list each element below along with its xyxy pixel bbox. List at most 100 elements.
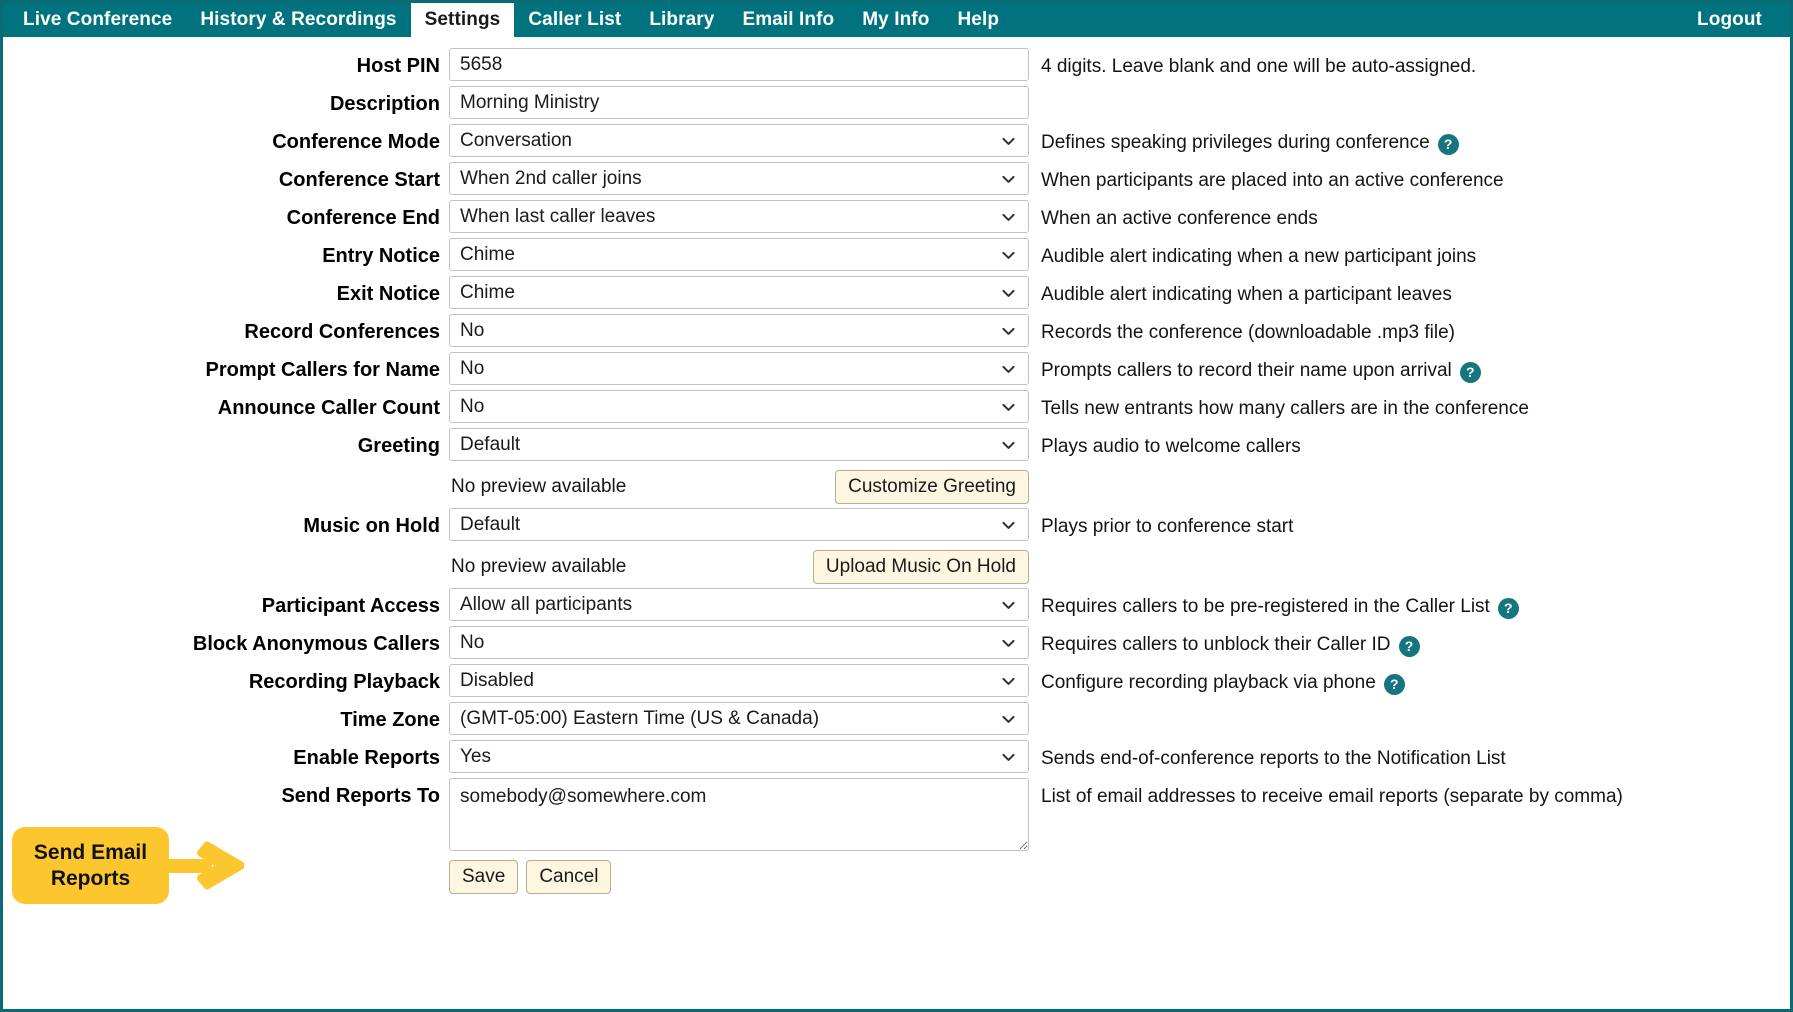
nav-item-email-info[interactable]: Email Info: [728, 3, 848, 37]
hint-text-enable-reports: Sends end-of-conference reports to the N…: [1041, 748, 1506, 769]
music-on-hold-preview-status: No preview available: [451, 556, 627, 577]
control-form-actions: Save Cancel: [449, 856, 1029, 894]
hint-conference-end: When an active conference ends: [1029, 200, 1318, 234]
nav-item-help[interactable]: Help: [943, 3, 1013, 37]
hint-conference-start: When participants are placed into an act…: [1029, 162, 1504, 196]
customize-greeting-button[interactable]: Customize Greeting: [835, 470, 1029, 504]
hint-text-send-reports-to: List of email addresses to receive email…: [1041, 786, 1623, 807]
hint-text-block-anonymous-callers: Requires callers to unblock their Caller…: [1041, 634, 1391, 655]
hint-greeting-preview: [1029, 466, 1041, 470]
label-recording-playback: Recording Playback: [248, 671, 440, 693]
label-conference-end: Conference End: [286, 207, 440, 229]
nav-item-history-recordings[interactable]: History & Recordings: [186, 3, 410, 37]
row-host-pin: Host PIN 4 digits. Leave blank and one w…: [3, 48, 1790, 86]
control-host-pin: [449, 48, 1029, 81]
hint-text-record-conferences: Records the conference (downloadable .mp…: [1041, 322, 1456, 343]
help-icon[interactable]: ?: [1437, 133, 1459, 155]
greeting-select[interactable]: Default: [449, 428, 1029, 461]
host-pin-input[interactable]: [449, 48, 1029, 81]
help-icon[interactable]: ?: [1383, 673, 1405, 695]
help-icon[interactable]: ?: [1398, 635, 1420, 657]
row-conference-start: Conference Start When 2nd caller joins W…: [3, 162, 1790, 200]
select-wrap-music-on-hold: Default: [449, 508, 1029, 541]
hint-host-pin: 4 digits. Leave blank and one will be au…: [1029, 48, 1476, 82]
select-wrap-prompt-callers-for-name: No: [449, 352, 1029, 385]
hint-entry-notice: Audible alert indicating when a new part…: [1029, 238, 1476, 272]
row-recording-playback: Recording Playback Disabled Configure re…: [3, 664, 1790, 702]
row-enable-reports: Enable Reports Yes Sends end-of-conferen…: [3, 740, 1790, 778]
row-music-on-hold-preview: No preview available Upload Music On Hol…: [3, 546, 1790, 588]
hint-form-actions: [1029, 856, 1041, 860]
select-wrap-greeting: Default: [449, 428, 1029, 461]
control-recording-playback: Disabled: [449, 664, 1029, 697]
control-music-on-hold-preview: No preview available Upload Music On Hol…: [449, 546, 1029, 588]
select-wrap-conference-mode: Conversation: [449, 124, 1029, 157]
control-exit-notice: Chime: [449, 276, 1029, 309]
control-announce-caller-count: No: [449, 390, 1029, 423]
nav-item-my-info[interactable]: My Info: [848, 3, 943, 37]
save-button[interactable]: Save: [449, 860, 519, 894]
label-conference-start: Conference Start: [278, 169, 440, 191]
announce-caller-count-select[interactable]: No: [449, 390, 1029, 423]
row-description: Description: [3, 86, 1790, 124]
prompt-callers-for-name-select[interactable]: No: [449, 352, 1029, 385]
conference-start-select[interactable]: When 2nd caller joins: [449, 162, 1029, 195]
row-participant-access: Participant Access Allow all participant…: [3, 588, 1790, 626]
select-wrap-block-anonymous-callers: No: [449, 626, 1029, 659]
select-wrap-recording-playback: Disabled: [449, 664, 1029, 697]
logout-link[interactable]: Logout: [1683, 3, 1776, 37]
description-input[interactable]: [449, 86, 1029, 119]
nav-item-settings[interactable]: Settings: [410, 3, 515, 37]
control-block-anonymous-callers: No: [449, 626, 1029, 659]
send-reports-to-textarea[interactable]: somebody@somewhere.com: [449, 778, 1029, 851]
nav-item-library[interactable]: Library: [635, 3, 728, 37]
entry-notice-select[interactable]: Chime: [449, 238, 1029, 271]
hint-music-on-hold-preview: [1029, 546, 1041, 550]
control-music-on-hold: Default: [449, 508, 1029, 541]
row-record-conferences: Record Conferences No Records the confer…: [3, 314, 1790, 352]
time-zone-select[interactable]: (GMT-05:00) Eastern Time (US & Canada): [449, 702, 1029, 735]
label-announce-caller-count: Announce Caller Count: [217, 397, 440, 419]
control-time-zone: (GMT-05:00) Eastern Time (US & Canada): [449, 702, 1029, 735]
participant-access-select[interactable]: Allow all participants: [449, 588, 1029, 621]
greeting-preview-status: No preview available: [451, 476, 627, 497]
nav-item-caller-list[interactable]: Caller List: [514, 3, 635, 37]
help-icon[interactable]: ?: [1497, 597, 1519, 619]
conference-end-select[interactable]: When last caller leaves: [449, 200, 1029, 233]
exit-notice-select[interactable]: Chime: [449, 276, 1029, 309]
nav-item-live-conference[interactable]: Live Conference: [9, 3, 186, 37]
row-conference-mode: Conference Mode Conversation Defines spe…: [3, 124, 1790, 162]
row-block-anonymous-callers: Block Anonymous Callers No Requires call…: [3, 626, 1790, 664]
select-wrap-conference-end: When last caller leaves: [449, 200, 1029, 233]
upload-music-on-hold-button[interactable]: Upload Music On Hold: [812, 550, 1029, 584]
music-on-hold-select[interactable]: Default: [449, 508, 1029, 541]
select-wrap-exit-notice: Chime: [449, 276, 1029, 309]
cancel-button[interactable]: Cancel: [526, 860, 612, 894]
select-wrap-participant-access: Allow all participants: [449, 588, 1029, 621]
label-prompt-callers-for-name: Prompt Callers for Name: [205, 359, 440, 381]
label-description: Description: [329, 93, 440, 115]
hint-text-entry-notice: Audible alert indicating when a new part…: [1041, 246, 1477, 267]
label-music-preview-spacer: [3, 546, 449, 549]
block-anonymous-callers-select[interactable]: No: [449, 626, 1029, 659]
hint-text-host-pin: 4 digits. Leave blank and one will be au…: [1041, 56, 1477, 77]
row-send-reports-to: Send Reports To somebody@somewhere.com L…: [3, 778, 1790, 856]
hint-greeting: Plays audio to welcome callers: [1029, 428, 1301, 462]
hint-enable-reports: Sends end-of-conference reports to the N…: [1029, 740, 1506, 774]
enable-reports-select[interactable]: Yes: [449, 740, 1029, 773]
row-conference-end: Conference End When last caller leaves W…: [3, 200, 1790, 238]
control-conference-end: When last caller leaves: [449, 200, 1029, 233]
label-entry-notice: Entry Notice: [322, 245, 440, 267]
record-conferences-select[interactable]: No: [449, 314, 1029, 347]
label-music-on-hold: Music on Hold: [303, 515, 440, 537]
hint-music-on-hold: Plays prior to conference start: [1029, 508, 1293, 542]
nav-right-group: Logout: [1683, 3, 1790, 37]
label-exit-notice: Exit Notice: [336, 283, 440, 305]
hint-text-music-on-hold: Plays prior to conference start: [1041, 516, 1294, 537]
label-host-pin: Host PIN: [356, 55, 440, 77]
conference-mode-select[interactable]: Conversation: [449, 124, 1029, 157]
select-wrap-record-conferences: No: [449, 314, 1029, 347]
help-icon[interactable]: ?: [1459, 361, 1481, 383]
recording-playback-select[interactable]: Disabled: [449, 664, 1029, 697]
annotation-callout: Send Email Reports: [12, 827, 169, 904]
